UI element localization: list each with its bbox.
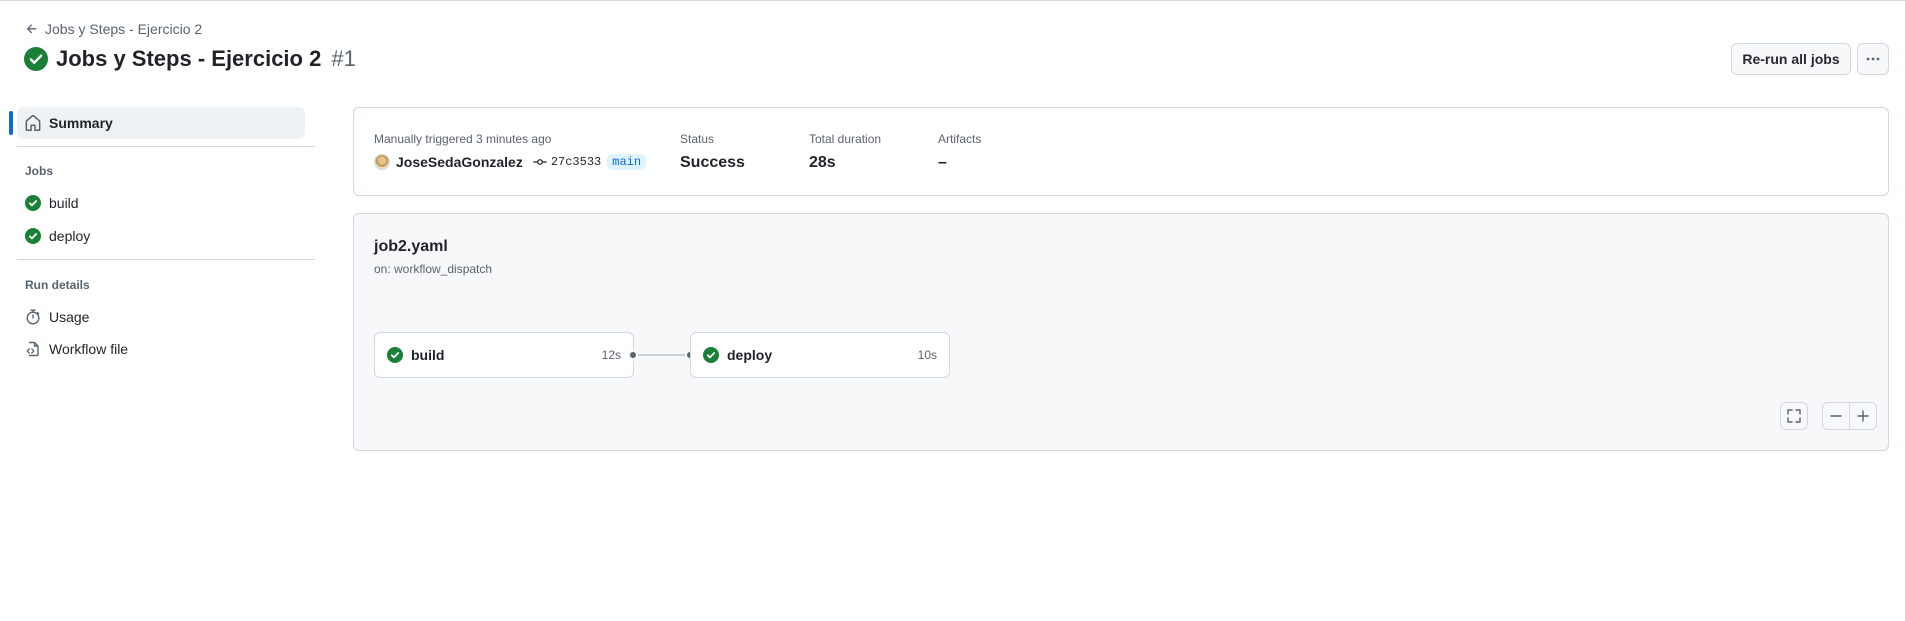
check-circle-icon <box>25 195 41 211</box>
more-options-button[interactable] <box>1857 43 1889 75</box>
kebab-horizontal-icon <box>1866 57 1880 61</box>
status-value: Success <box>680 154 745 171</box>
commit-link[interactable]: 27c3533 <box>533 155 601 169</box>
top-border <box>0 0 1905 1</box>
actor-row: JoseSedaGonzalez 27c3533 main <box>374 154 647 170</box>
workflow-trigger: on: workflow_dispatch <box>374 262 493 276</box>
home-icon <box>25 115 41 131</box>
status-label: Status <box>680 132 715 146</box>
avatar[interactable] <box>374 154 390 170</box>
artifacts-label: Artifacts <box>938 132 982 146</box>
commit-sha: 27c3533 <box>550 155 602 169</box>
page-title: Jobs y Steps - Ejercicio 2 <box>56 46 322 71</box>
git-commit-icon <box>533 159 547 165</box>
sidebar-divider <box>17 146 315 147</box>
job-connector <box>633 354 691 356</box>
job-name: build <box>411 347 445 363</box>
duration-label: Total duration <box>809 132 882 146</box>
sidebar-item-label: deploy <box>49 228 91 244</box>
job-node-deploy[interactable]: deploy 10s <box>690 332 950 378</box>
page-title-row: Jobs y Steps - Ejercicio 2 #1 <box>24 46 356 72</box>
fullscreen-icon <box>1787 409 1801 423</box>
job-duration: 10s <box>917 348 937 362</box>
zoom-in-button[interactable] <box>1849 402 1877 430</box>
file-code-icon <box>26 341 39 357</box>
sidebar-item-summary[interactable]: Summary <box>17 107 305 139</box>
job-duration: 12s <box>601 348 621 362</box>
duration-value: 28s <box>809 154 836 171</box>
job-name: deploy <box>727 347 773 363</box>
check-circle-icon <box>24 47 48 71</box>
sidebar-item-label: Workflow file <box>49 341 129 357</box>
fullscreen-button[interactable] <box>1780 402 1808 430</box>
minus-icon <box>1830 415 1842 417</box>
sidebar-item-label: Usage <box>49 309 90 325</box>
trigger-label: Manually triggered 3 minutes ago <box>374 132 552 146</box>
check-circle-icon <box>25 228 41 244</box>
workflow-name: job2.yaml <box>374 238 448 255</box>
sidebar-item-deploy[interactable]: deploy <box>17 220 305 252</box>
run-summary-card: Manually triggered 3 minutes ago JoseSed… <box>353 107 1889 196</box>
plus-icon <box>1857 410 1869 422</box>
back-link-label: Jobs y Steps - Ejercicio 2 <box>45 21 203 37</box>
run-number: #1 <box>331 46 356 71</box>
sidebar-item-label: Summary <box>49 115 113 131</box>
jobs-heading: Jobs <box>25 164 54 178</box>
connector-dot <box>628 350 638 360</box>
sidebar-item-usage[interactable]: Usage <box>17 301 305 333</box>
back-link[interactable]: Jobs y Steps - Ejercicio 2 <box>25 21 202 37</box>
zoom-out-button[interactable] <box>1822 402 1850 430</box>
sidebar-divider <box>17 259 315 260</box>
actor-link[interactable]: JoseSedaGonzalez <box>396 154 523 170</box>
arrow-left-icon <box>26 24 37 34</box>
sidebar-item-build[interactable]: build <box>17 187 305 219</box>
check-circle-icon <box>387 347 403 363</box>
sidebar-item-label: build <box>49 195 79 211</box>
job-node-build[interactable]: build 12s <box>374 332 634 378</box>
sidebar-item-workflow-file[interactable]: Workflow file <box>17 333 305 365</box>
branch-badge[interactable]: main <box>607 154 647 170</box>
workflow-graph-card: job2.yaml on: workflow_dispatch build 12… <box>353 213 1889 451</box>
rerun-all-jobs-button[interactable]: Re-run all jobs <box>1731 43 1851 75</box>
artifacts-value: – <box>938 154 947 171</box>
run-details-heading: Run details <box>25 278 90 292</box>
check-circle-icon <box>703 347 719 363</box>
active-indicator <box>9 111 13 135</box>
stopwatch-icon <box>26 309 40 325</box>
